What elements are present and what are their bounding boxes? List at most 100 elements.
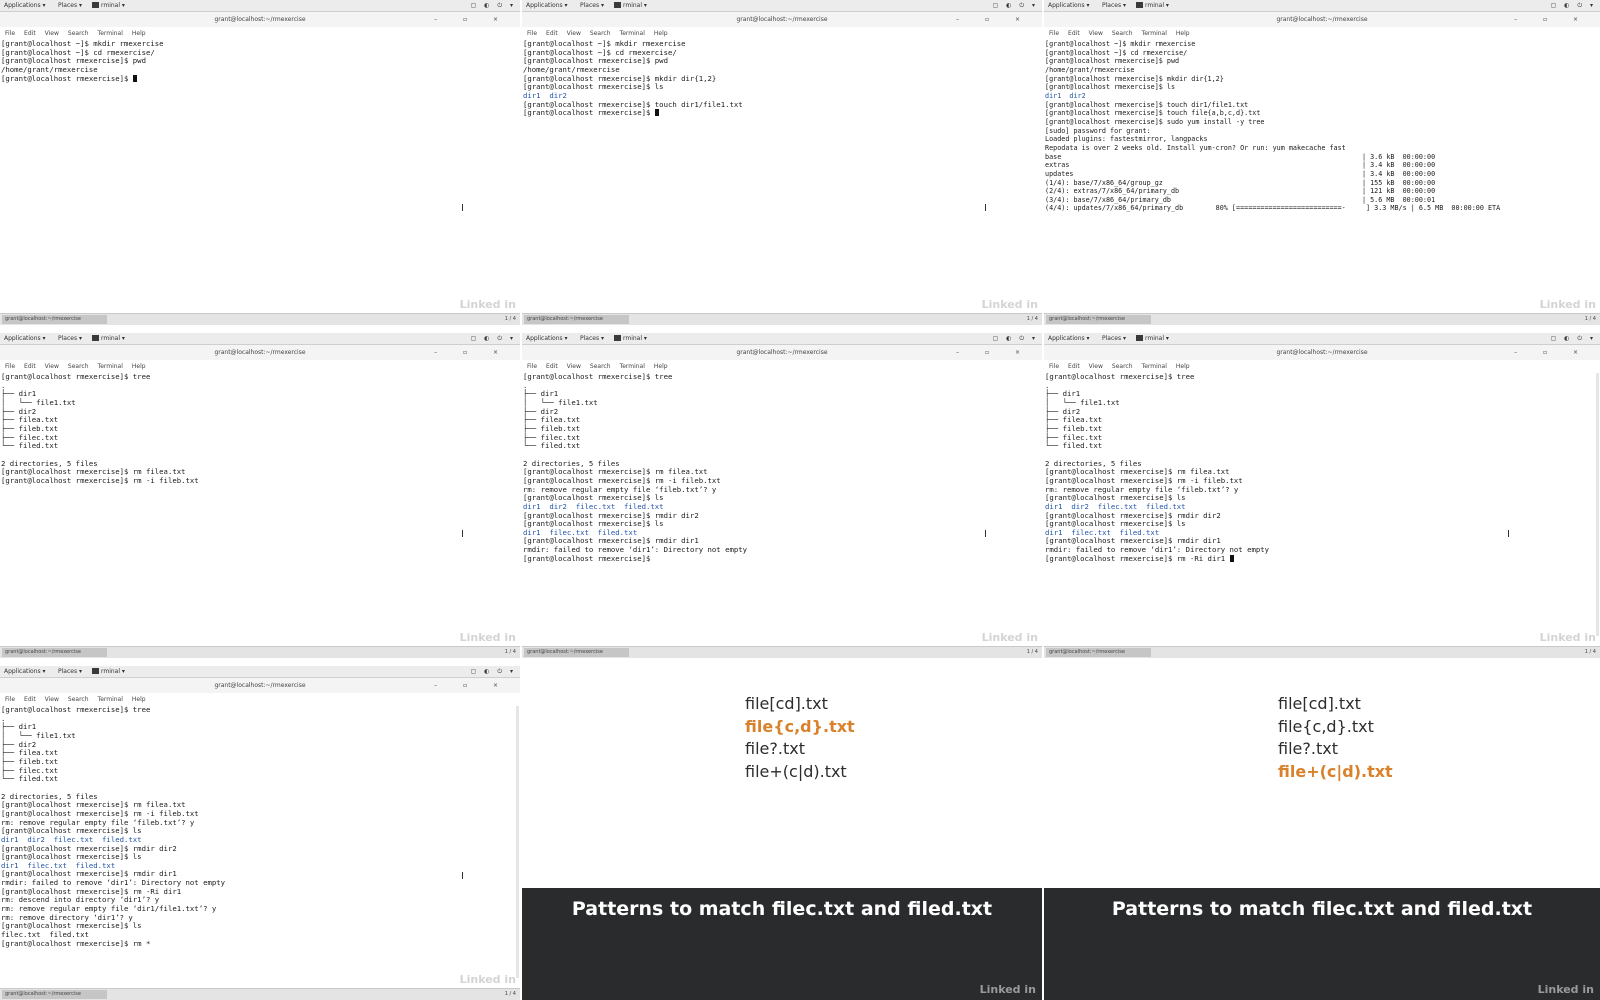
menu-help[interactable]: Help — [654, 363, 668, 370]
terminal-app-menu[interactable]: rminal ▾ — [92, 335, 125, 342]
window-controls[interactable]: – ▫ × — [1514, 345, 1590, 360]
menu-view[interactable]: View — [1089, 30, 1103, 37]
taskbar-window-button[interactable]: grant@localhost:~/rmexercise — [1046, 648, 1151, 657]
terminal-app-menu[interactable]: rminal ▾ — [614, 2, 647, 9]
terminal-output[interactable]: [grant@localhost rmexercise]$ tree . ├──… — [1, 373, 514, 636]
applications-menu[interactable]: Applications ▾ — [1048, 335, 1090, 342]
workspace-indicator[interactable]: 1 / 4 — [1027, 649, 1038, 655]
system-tray[interactable]: ▢ ◐ ⏻ ▾ — [471, 668, 516, 676]
places-menu[interactable]: Places ▾ — [58, 335, 82, 342]
menu-terminal[interactable]: Terminal — [98, 363, 123, 370]
menu-terminal[interactable]: Terminal — [620, 30, 645, 37]
places-menu[interactable]: Places ▾ — [58, 2, 82, 9]
system-tray[interactable]: ▢ ◐ ⏻ ▾ — [993, 2, 1038, 10]
workspace-indicator[interactable]: 1 / 4 — [1585, 649, 1596, 655]
menu-view[interactable]: View — [45, 363, 59, 370]
menu-search[interactable]: Search — [1112, 30, 1133, 37]
terminal-output[interactable]: [grant@localhost rmexercise]$ tree . ├──… — [1045, 373, 1594, 636]
taskbar-window-button[interactable]: grant@localhost:~/rmexercise — [1046, 315, 1151, 324]
workspace-indicator[interactable]: 1 / 4 — [505, 991, 516, 997]
terminal-output[interactable]: [grant@localhost ~]$ mkdir rmexercise [g… — [1, 40, 514, 303]
menu-file[interactable]: File — [5, 30, 15, 37]
terminal-app-menu[interactable]: rminal ▾ — [92, 2, 125, 9]
places-menu[interactable]: Places ▾ — [1102, 2, 1126, 9]
system-tray[interactable]: ▢ ◐ ⏻ ▾ — [1551, 335, 1596, 343]
terminal-output[interactable]: [grant@localhost rmexercise]$ tree . ├──… — [1, 706, 514, 978]
menu-search[interactable]: Search — [590, 30, 611, 37]
places-menu[interactable]: Places ▾ — [58, 668, 82, 675]
taskbar-window-button[interactable]: grant@localhost:~/rmexercise — [2, 315, 107, 324]
workspace-indicator[interactable]: 1 / 4 — [1027, 316, 1038, 322]
system-tray[interactable]: ▢ ◐ ⏻ ▾ — [471, 2, 516, 10]
menu-search[interactable]: Search — [68, 363, 89, 370]
window-controls[interactable]: – ▫ × — [434, 12, 510, 27]
menu-edit[interactable]: Edit — [546, 363, 558, 370]
menu-help[interactable]: Help — [132, 30, 146, 37]
taskbar-window-button[interactable]: grant@localhost:~/rmexercise — [2, 648, 107, 657]
system-tray[interactable]: ▢ ◐ ⏻ ▾ — [471, 335, 516, 343]
menu-edit[interactable]: Edit — [24, 363, 36, 370]
menu-search[interactable]: Search — [590, 363, 611, 370]
menu-file[interactable]: File — [1049, 30, 1059, 37]
terminal-app-menu[interactable]: rminal ▾ — [1136, 335, 1169, 342]
menu-help[interactable]: Help — [654, 30, 668, 37]
taskbar-window-button[interactable]: grant@localhost:~/rmexercise — [2, 990, 107, 999]
terminal-output[interactable]: [grant@localhost rmexercise]$ tree . ├──… — [523, 373, 1036, 636]
menu-view[interactable]: View — [567, 363, 581, 370]
menu-edit[interactable]: Edit — [24, 696, 36, 703]
menu-edit[interactable]: Edit — [1068, 363, 1080, 370]
terminal-app-menu[interactable]: rminal ▾ — [92, 668, 125, 675]
applications-menu[interactable]: Applications ▾ — [4, 335, 46, 342]
terminal-output[interactable]: [grant@localhost ~]$ mkdir rmexercise [g… — [1045, 40, 1594, 303]
menu-file[interactable]: File — [527, 30, 537, 37]
system-tray[interactable]: ▢ ◐ ⏻ ▾ — [1551, 2, 1596, 10]
menu-terminal[interactable]: Terminal — [620, 363, 645, 370]
window-controls[interactable]: – ▫ × — [956, 345, 1032, 360]
window-controls[interactable]: – ▫ × — [956, 12, 1032, 27]
menu-view[interactable]: View — [1089, 363, 1103, 370]
menu-help[interactable]: Help — [1176, 30, 1190, 37]
menu-terminal[interactable]: Terminal — [98, 30, 123, 37]
window-controls[interactable]: – ▫ × — [434, 678, 510, 693]
applications-menu[interactable]: Applications ▾ — [4, 668, 46, 675]
places-menu[interactable]: Places ▾ — [1102, 335, 1126, 342]
menu-terminal[interactable]: Terminal — [98, 696, 123, 703]
terminal-app-menu[interactable]: rminal ▾ — [614, 335, 647, 342]
places-menu[interactable]: Places ▾ — [580, 2, 604, 9]
workspace-indicator[interactable]: 1 / 4 — [505, 649, 516, 655]
applications-menu[interactable]: Applications ▾ — [1048, 2, 1090, 9]
terminal-output[interactable]: [grant@localhost ~]$ mkdir rmexercise [g… — [523, 40, 1036, 303]
system-tray[interactable]: ▢ ◐ ⏻ ▾ — [993, 335, 1038, 343]
terminal-scrollbar[interactable] — [516, 706, 519, 978]
menu-view[interactable]: View — [45, 696, 59, 703]
menu-edit[interactable]: Edit — [546, 30, 558, 37]
menu-edit[interactable]: Edit — [24, 30, 36, 37]
applications-menu[interactable]: Applications ▾ — [526, 2, 568, 9]
menu-view[interactable]: View — [567, 30, 581, 37]
menu-file[interactable]: File — [5, 696, 15, 703]
menu-file[interactable]: File — [5, 363, 15, 370]
workspace-indicator[interactable]: 1 / 4 — [1585, 316, 1596, 322]
menu-help[interactable]: Help — [132, 363, 146, 370]
places-menu[interactable]: Places ▾ — [580, 335, 604, 342]
menu-file[interactable]: File — [527, 363, 537, 370]
taskbar-window-button[interactable]: grant@localhost:~/rmexercise — [524, 315, 629, 324]
window-controls[interactable]: – ▫ × — [1514, 12, 1590, 27]
menu-search[interactable]: Search — [1112, 363, 1133, 370]
menu-search[interactable]: Search — [68, 696, 89, 703]
menu-terminal[interactable]: Terminal — [1142, 363, 1167, 370]
menu-help[interactable]: Help — [132, 696, 146, 703]
menu-search[interactable]: Search — [68, 30, 89, 37]
applications-menu[interactable]: Applications ▾ — [526, 335, 568, 342]
terminal-app-menu[interactable]: rminal ▾ — [1136, 2, 1169, 9]
menu-terminal[interactable]: Terminal — [1142, 30, 1167, 37]
applications-menu[interactable]: Applications ▾ — [4, 2, 46, 9]
menu-edit[interactable]: Edit — [1068, 30, 1080, 37]
menu-help[interactable]: Help — [1176, 363, 1190, 370]
workspace-indicator[interactable]: 1 / 4 — [505, 316, 516, 322]
menu-file[interactable]: File — [1049, 363, 1059, 370]
window-controls[interactable]: – ▫ × — [434, 345, 510, 360]
taskbar-window-button[interactable]: grant@localhost:~/rmexercise — [524, 648, 629, 657]
terminal-scrollbar[interactable] — [1596, 373, 1599, 636]
menu-view[interactable]: View — [45, 30, 59, 37]
